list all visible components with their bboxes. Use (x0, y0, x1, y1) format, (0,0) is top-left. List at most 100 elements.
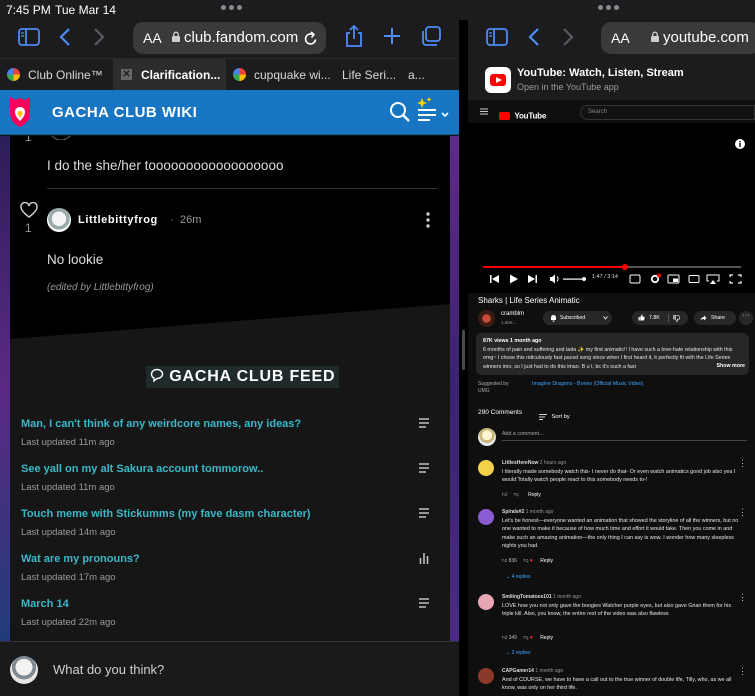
split-view-divider[interactable] (459, 0, 468, 696)
channel-name[interactable]: cramblm (501, 311, 524, 317)
reply-input[interactable]: What do you think? (53, 662, 164, 677)
feed-item[interactable]: See yall on my alt Sakura account tommor… (21, 463, 441, 493)
youtube-logo[interactable]: YouTube (499, 107, 546, 120)
more-options-icon[interactable]: ⋮ (738, 458, 747, 469)
info-icon[interactable] (735, 139, 745, 149)
more-options-icon[interactable]: ⋮ (738, 507, 747, 518)
search-icon[interactable] (389, 101, 411, 123)
feed-item[interactable]: March 14 Last updated 22m ago (21, 598, 441, 628)
sidebar-icon[interactable] (486, 28, 508, 46)
view-replies-button[interactable]: ⌄ 4 replies (506, 574, 531, 580)
video-player[interactable]: 1:47 / 3:14 (468, 123, 755, 293)
forward-icon[interactable] (562, 27, 574, 47)
more-options-icon[interactable]: ⋮ (738, 666, 747, 677)
thumbs-up-icon[interactable] (638, 314, 645, 321)
multitasking-dots-right[interactable] (598, 5, 619, 10)
reload-icon[interactable] (304, 30, 318, 46)
divider-handle[interactable] (462, 330, 465, 370)
app-banner-subtitle[interactable]: Open in the YouTube app (517, 82, 619, 92)
avatar[interactable] (478, 509, 494, 525)
reply-button[interactable]: Reply (540, 635, 553, 641)
wiki-background-left (0, 136, 10, 641)
menu-sparkle-icon[interactable] (412, 96, 454, 126)
right-toolbar: AA youtube.com (468, 18, 755, 58)
feed-item-title[interactable]: Man, I can't think of any weirdcore name… (21, 418, 441, 430)
avatar[interactable] (47, 208, 71, 232)
app-banner[interactable]: YouTube: Watch, Listen, Stream Open in t… (468, 58, 755, 100)
thumbs-up-icon[interactable]: 👍︎ (502, 558, 507, 564)
reply-button[interactable]: Reply (528, 492, 541, 498)
more-options-icon[interactable] (425, 212, 431, 228)
text-post-icon (419, 418, 429, 428)
avatar[interactable] (478, 594, 494, 610)
text-size-button[interactable]: AA (143, 30, 162, 46)
feed-item[interactable]: Touch meme with Stickumms (my fave dasm … (21, 508, 441, 538)
feed-item[interactable]: Wat are my pronouns? Last updated 17m ag… (21, 553, 441, 583)
suggested-song-link[interactable]: Imagine Dragons - Bones (Official Music … (532, 381, 643, 387)
youtube-header: YouTube Search (468, 101, 755, 123)
fullscreen-icon (729, 274, 742, 284)
subscribed-button[interactable]: Subscribed (543, 311, 612, 325)
tab-club-online[interactable]: Club Online™ (0, 59, 113, 91)
wiki-title[interactable]: GACHA CLUB WIKI (52, 104, 197, 121)
reply-bar[interactable]: What do you think? (0, 641, 459, 696)
avatar[interactable] (478, 668, 494, 684)
tab-clarification[interactable]: ✕ Clarification... (113, 59, 226, 91)
sort-button[interactable]: Sort by (539, 408, 570, 426)
feed-item-title[interactable]: Touch meme with Stickumms (my fave dasm … (21, 508, 441, 520)
share-icon[interactable] (345, 24, 363, 48)
new-tab-icon[interactable] (383, 27, 401, 45)
comment-dot: · (170, 214, 174, 226)
more-actions-button[interactable]: ··· (739, 311, 753, 325)
show-more-link[interactable]: Show more (712, 363, 745, 369)
speech-bubble-icon (150, 368, 164, 383)
feed-item-title[interactable]: Wat are my pronouns? (21, 553, 441, 565)
feed-item-title[interactable]: See yall on my alt Sakura account tommor… (21, 463, 441, 475)
share-button[interactable]: Share (694, 311, 736, 325)
tab-life-series[interactable]: Life Seri... (334, 59, 404, 91)
thumbs-down-icon[interactable]: 👎︎ (514, 492, 519, 498)
hamburger-icon[interactable] (480, 108, 488, 115)
add-comment-input[interactable]: Add a comment... (502, 430, 747, 441)
progress-handle[interactable] (621, 264, 628, 270)
avatar[interactable] (478, 460, 494, 476)
thumbs-down-icon[interactable] (673, 315, 680, 322)
close-icon[interactable]: ✕ (121, 69, 132, 80)
back-icon[interactable] (59, 27, 71, 47)
comment-author-line: SmilingTomatoes101 1 month ago (502, 594, 581, 600)
multitasking-dots-left[interactable] (221, 5, 242, 10)
view-replies-button[interactable]: ⌄ 2 replies (506, 650, 531, 656)
thumbs-down-icon[interactable]: 👎︎ (523, 635, 528, 641)
feed-item-title[interactable]: March 14 (21, 598, 441, 610)
like-dislike-button[interactable]: 7.8K (632, 311, 688, 325)
more-options-icon[interactable]: ⋮ (738, 592, 747, 603)
comment-actions: 👍︎ 836 👎︎ ♥ Reply (502, 558, 553, 564)
thumbs-up-icon[interactable]: 👍︎ (502, 492, 507, 498)
volume-icon (550, 274, 559, 284)
fandom-logo-icon[interactable] (8, 96, 32, 128)
address-bar[interactable]: AA club.fandom.com (133, 22, 326, 54)
sidebar-icon[interactable] (18, 28, 40, 46)
feed-item[interactable]: Man, I can't think of any weirdcore name… (21, 418, 441, 448)
reply-button[interactable]: Reply (540, 558, 553, 564)
tab-cupquake[interactable]: cupquake wi... (226, 59, 334, 91)
avatar[interactable] (478, 310, 495, 327)
avatar (10, 656, 38, 684)
tab-a[interactable]: a... (404, 59, 459, 91)
tabs-overview-icon[interactable] (421, 26, 441, 46)
search-input[interactable]: Search (580, 105, 755, 120)
forward-icon[interactable] (93, 27, 105, 47)
text-size-button[interactable]: AA (611, 30, 630, 46)
back-icon[interactable] (528, 27, 540, 47)
address-bar[interactable]: AA youtube.com (601, 22, 755, 54)
thumbs-up-icon[interactable]: 👍︎ (502, 635, 507, 641)
progress-track[interactable] (483, 264, 741, 270)
video-title: Sharks | Life Series Animatic (478, 296, 580, 305)
feed-item-updated: Last updated 11m ago (21, 437, 115, 448)
youtube-app-icon (485, 67, 511, 93)
thumbs-down-icon[interactable]: 👎︎ (523, 558, 528, 564)
text-post-icon (419, 508, 429, 518)
description-box[interactable]: 87K views 1 month ago 6 months of pain a… (476, 333, 749, 375)
heart-icon[interactable] (20, 202, 38, 218)
comment-username[interactable]: Littlebittyfrog (78, 214, 158, 226)
